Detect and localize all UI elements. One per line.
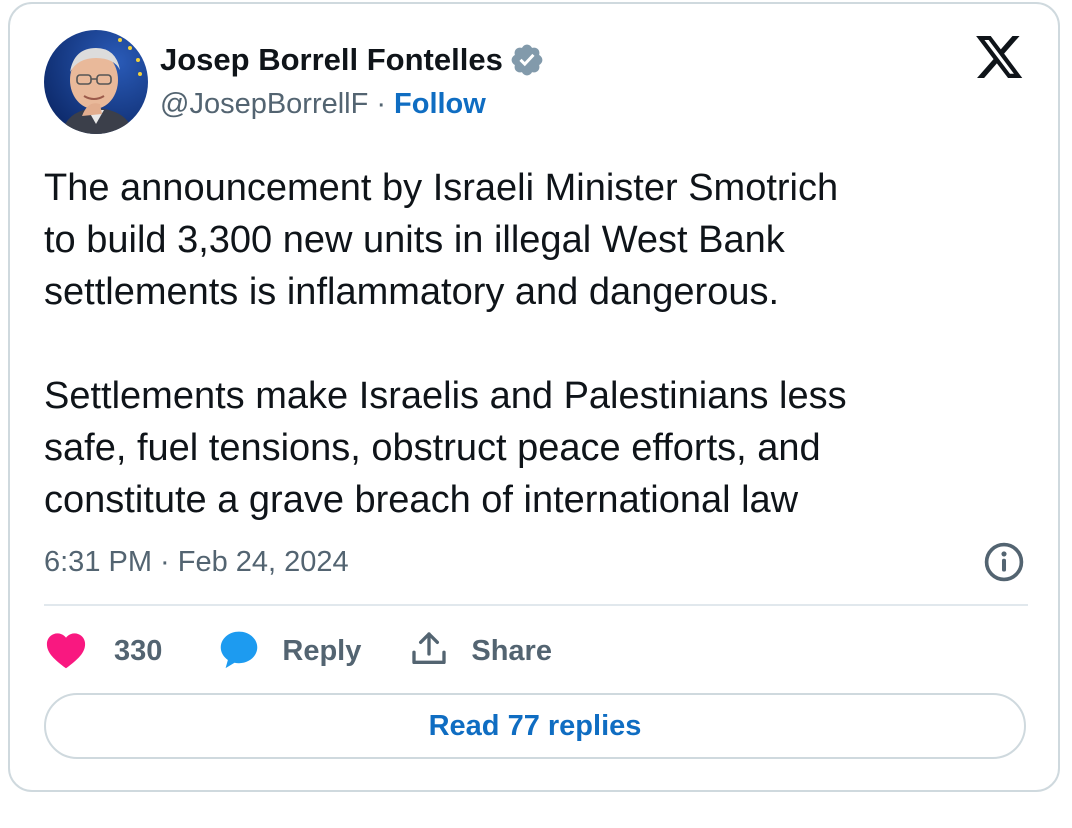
author-name-row: Josep Borrell Fontelles [160, 40, 545, 80]
author-handle-row: @JosepBorrellF · Follow [160, 84, 486, 124]
like-count: 330 [114, 634, 163, 667]
avatar-image [44, 30, 148, 134]
author-handle[interactable]: @JosepBorrellF [160, 88, 368, 121]
tweet-line: The announcement by Israeli Minister Smo… [44, 167, 839, 209]
tweet-line: safe, fuel tensions, obstruct peace effo… [44, 427, 821, 469]
read-replies-button[interactable]: Read 77 replies [44, 693, 1026, 759]
share-upload-icon [409, 629, 449, 674]
info-icon[interactable] [982, 540, 1026, 584]
reply-button[interactable]: Reply [218, 629, 361, 674]
tweet-line: Settlements make Israelis and Palestinia… [44, 375, 847, 417]
tweet-line: settlements is inflammatory and dangerou… [44, 271, 780, 313]
reply-bubble-icon [218, 629, 260, 674]
verified-badge-icon [509, 42, 545, 78]
like-button[interactable]: 330 [44, 629, 162, 674]
reply-label: Reply [282, 634, 362, 667]
share-label: Share [471, 634, 552, 667]
heart-icon [44, 629, 88, 674]
tweet-line: constitute a grave breach of internation… [44, 479, 799, 521]
follow-button[interactable]: Follow [394, 88, 486, 121]
divider [44, 604, 1028, 606]
author-display-name[interactable]: Josep Borrell Fontelles [160, 42, 503, 78]
author-avatar[interactable] [44, 30, 148, 134]
tweet-card: Josep Borrell Fontelles @JosepBorrellF ·… [8, 2, 1060, 792]
tweet-actions: 330 Reply Share [44, 626, 552, 676]
handle-separator: · [376, 87, 387, 120]
tweet-timestamp[interactable]: 6:31 PM · Feb 24, 2024 [44, 539, 349, 585]
share-button[interactable]: Share [409, 629, 552, 674]
tweet-line: to build 3,300 new units in illegal West… [44, 219, 785, 261]
tweet-text: The announcement by Israeli Minister Smo… [44, 162, 1034, 526]
x-logo-icon[interactable] [976, 36, 1024, 80]
